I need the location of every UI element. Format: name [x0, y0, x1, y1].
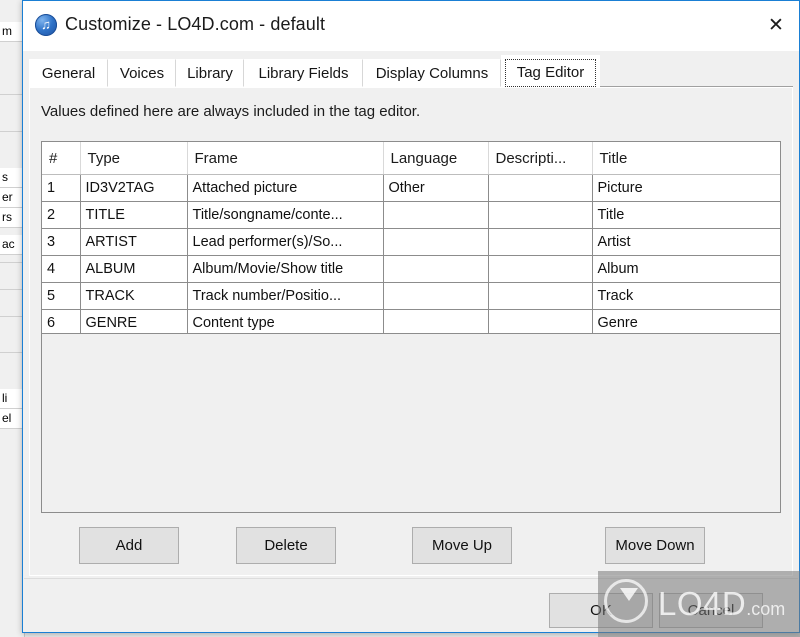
- move-up-button[interactable]: Move Up: [412, 527, 512, 564]
- ok-button[interactable]: OK: [549, 593, 653, 628]
- move-down-button[interactable]: Move Down: [605, 527, 705, 564]
- table-row[interactable]: 2 TITLE Title/songname/conte... Title: [42, 201, 780, 229]
- bg-list-item[interactable]: [0, 352, 24, 353]
- bg-list-item[interactable]: rs: [0, 208, 24, 228]
- bg-list-item[interactable]: s: [0, 168, 24, 188]
- tab-tag-editor-label: Tag Editor: [516, 63, 585, 81]
- cell-frame: Track number/Positio...: [187, 282, 384, 310]
- cell-language: [383, 228, 489, 256]
- window-title: Customize - LO4D.com - default: [65, 14, 326, 34]
- tab-library[interactable]: Library: [176, 59, 244, 87]
- cell-number: 1: [42, 174, 81, 202]
- tab-library-fields[interactable]: Library Fields: [244, 59, 363, 87]
- bg-list-item[interactable]: m: [0, 22, 24, 42]
- cell-title: Title: [592, 201, 780, 229]
- column-header-description[interactable]: Descripti...: [488, 142, 593, 175]
- bg-list-item[interactable]: ac: [0, 235, 24, 255]
- cell-description: [488, 174, 593, 202]
- cell-title: Artist: [592, 228, 780, 256]
- tab-tag-editor[interactable]: Tag Editor: [501, 55, 600, 88]
- cell-language: [383, 282, 489, 310]
- cell-frame: Album/Movie/Show title: [187, 255, 384, 283]
- screen: m s er rs ac li el Customize - LO4D.com …: [0, 0, 800, 637]
- cell-frame: Attached picture: [187, 174, 384, 202]
- bg-list-item[interactable]: [0, 94, 24, 95]
- column-header-title[interactable]: Title: [592, 142, 780, 175]
- delete-button[interactable]: Delete: [236, 527, 336, 564]
- tab-voices[interactable]: Voices: [108, 59, 176, 87]
- tab-general[interactable]: General: [29, 59, 108, 87]
- table-row[interactable]: 1 ID3V2TAG Attached picture Other Pictur…: [42, 174, 780, 202]
- bg-list-item[interactable]: [0, 262, 24, 263]
- cell-type: ARTIST: [80, 228, 188, 256]
- cell-language: Other: [383, 174, 489, 202]
- dialog-footer: OK Cancel: [24, 578, 798, 631]
- bg-list-item[interactable]: el: [0, 409, 24, 429]
- table-row[interactable]: 3 ARTIST Lead performer(s)/So... Artist: [42, 228, 780, 256]
- cell-title: Track: [592, 282, 780, 310]
- cell-language: [383, 255, 489, 283]
- cell-type: ID3V2TAG: [80, 174, 188, 202]
- cell-type: ALBUM: [80, 255, 188, 283]
- table-header-row: # Type Frame Language Descripti... Title: [42, 142, 780, 175]
- column-header-type[interactable]: Type: [80, 142, 188, 175]
- column-header-number[interactable]: #: [42, 142, 81, 175]
- tag-grid-table: # Type Frame Language Descripti... Title…: [42, 142, 780, 337]
- panel-description: Values defined here are always included …: [41, 103, 421, 120]
- tab-display-columns[interactable]: Display Columns: [363, 59, 501, 87]
- cell-language: [383, 201, 489, 229]
- cell-number: 3: [42, 228, 81, 256]
- add-button[interactable]: Add: [79, 527, 179, 564]
- bg-list-item[interactable]: li: [0, 389, 24, 409]
- column-header-language[interactable]: Language: [383, 142, 489, 175]
- bg-spacer: [0, 42, 24, 94]
- cancel-button[interactable]: Cancel: [659, 593, 763, 628]
- cell-title: Picture: [592, 174, 780, 202]
- cell-number: 5: [42, 282, 81, 310]
- cell-type: TRACK: [80, 282, 188, 310]
- grid-empty-area[interactable]: [42, 333, 780, 512]
- cell-description: [488, 282, 593, 310]
- table-row[interactable]: 4 ALBUM Album/Movie/Show title Album: [42, 255, 780, 283]
- table-row[interactable]: 5 TRACK Track number/Positio... Track: [42, 282, 780, 310]
- music-note-icon: [35, 14, 57, 36]
- bg-list-item[interactable]: [0, 316, 24, 317]
- tag-editor-panel: Values defined here are always included …: [29, 87, 793, 576]
- title-bar: Customize - LO4D.com - default ✕: [23, 1, 799, 51]
- cell-description: [488, 228, 593, 256]
- column-header-frame[interactable]: Frame: [187, 142, 384, 175]
- cell-description: [488, 201, 593, 229]
- cell-frame: Title/songname/conte...: [187, 201, 384, 229]
- customize-dialog: Customize - LO4D.com - default ✕ General…: [22, 0, 800, 633]
- bg-list-item[interactable]: er: [0, 188, 24, 208]
- bg-list-item-selected[interactable]: [0, 289, 24, 290]
- tab-strip: General Voices Library Library Fields Di…: [29, 55, 793, 88]
- cell-description: [488, 255, 593, 283]
- tag-grid[interactable]: # Type Frame Language Descripti... Title…: [41, 141, 781, 513]
- cell-number: 4: [42, 255, 81, 283]
- bg-list-item[interactable]: [0, 131, 24, 132]
- cell-title: Album: [592, 255, 780, 283]
- cell-frame: Lead performer(s)/So...: [187, 228, 384, 256]
- close-icon[interactable]: ✕: [753, 1, 799, 48]
- cell-number: 2: [42, 201, 81, 229]
- cell-type: TITLE: [80, 201, 188, 229]
